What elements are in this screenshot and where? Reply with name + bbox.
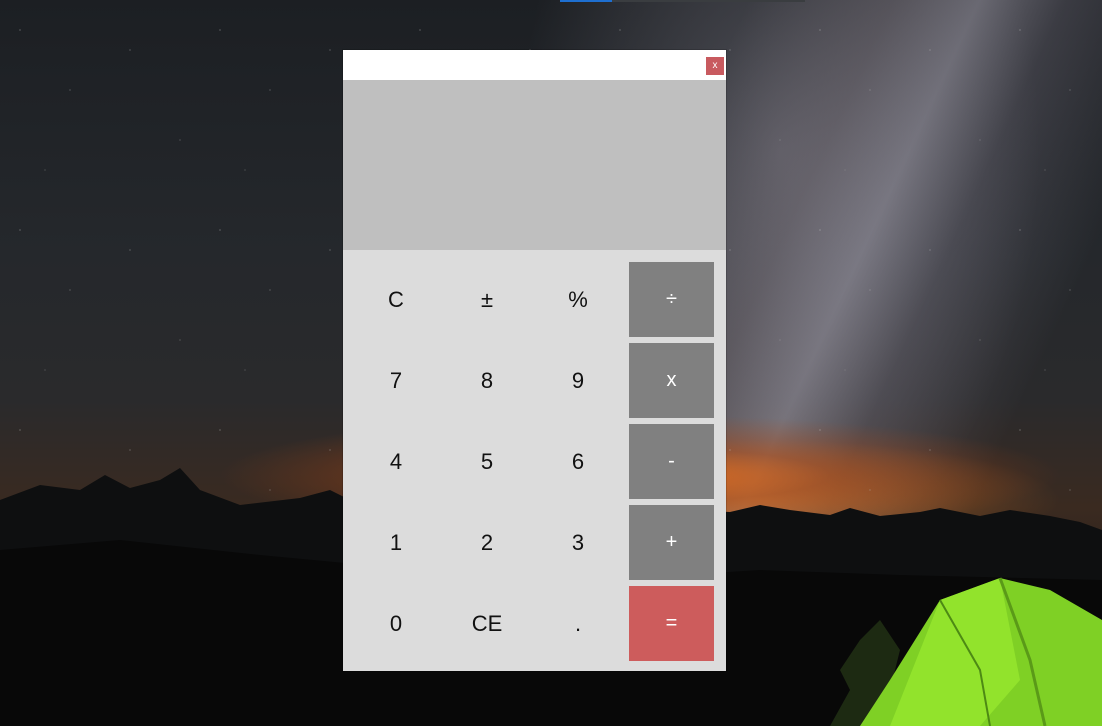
negate-button[interactable]: ±: [447, 262, 527, 337]
desktop-wallpaper: x C ±% ÷ 7 8 9 x 4 5 6-1 2 3 +0 CE. =: [0, 0, 1102, 726]
keypad: C ±% ÷ 7 8 9 x 4 5 6- 1 2 3 +0 CE. =: [356, 262, 714, 661]
digit-1-button[interactable]: 1: [356, 505, 436, 580]
digit-6-button[interactable]: 6: [538, 424, 618, 499]
result-display: [343, 80, 726, 250]
digit-9-button[interactable]: 9: [538, 343, 618, 418]
digit-8-button[interactable]: 8: [447, 343, 527, 418]
subtract-button[interactable]: -: [629, 424, 714, 499]
percent-button[interactable]: %: [538, 262, 618, 337]
clear-entry-button[interactable]: CE: [447, 586, 527, 661]
taskbar-edge: [560, 0, 805, 2]
title-bar[interactable]: x: [343, 50, 726, 80]
clear-button[interactable]: C: [356, 262, 436, 337]
multiply-button[interactable]: x: [629, 343, 714, 418]
tent-image: [830, 577, 1102, 726]
equals-button[interactable]: =: [629, 586, 714, 661]
calculator-window: x C ±% ÷ 7 8 9 x 4 5 6-1 2 3 +0 CE. =: [343, 50, 726, 671]
decimal-button[interactable]: .: [538, 586, 618, 661]
divide-button[interactable]: ÷: [629, 262, 714, 337]
digit-3-button[interactable]: 3: [538, 505, 618, 580]
digit-0-button[interactable]: 0: [356, 586, 436, 661]
add-button[interactable]: +: [629, 505, 714, 580]
close-button[interactable]: x: [706, 57, 724, 75]
digit-5-button[interactable]: 5: [447, 424, 527, 499]
digit-4-button[interactable]: 4: [356, 424, 436, 499]
digit-7-button[interactable]: 7: [356, 343, 436, 418]
digit-2-button[interactable]: 2: [447, 505, 527, 580]
